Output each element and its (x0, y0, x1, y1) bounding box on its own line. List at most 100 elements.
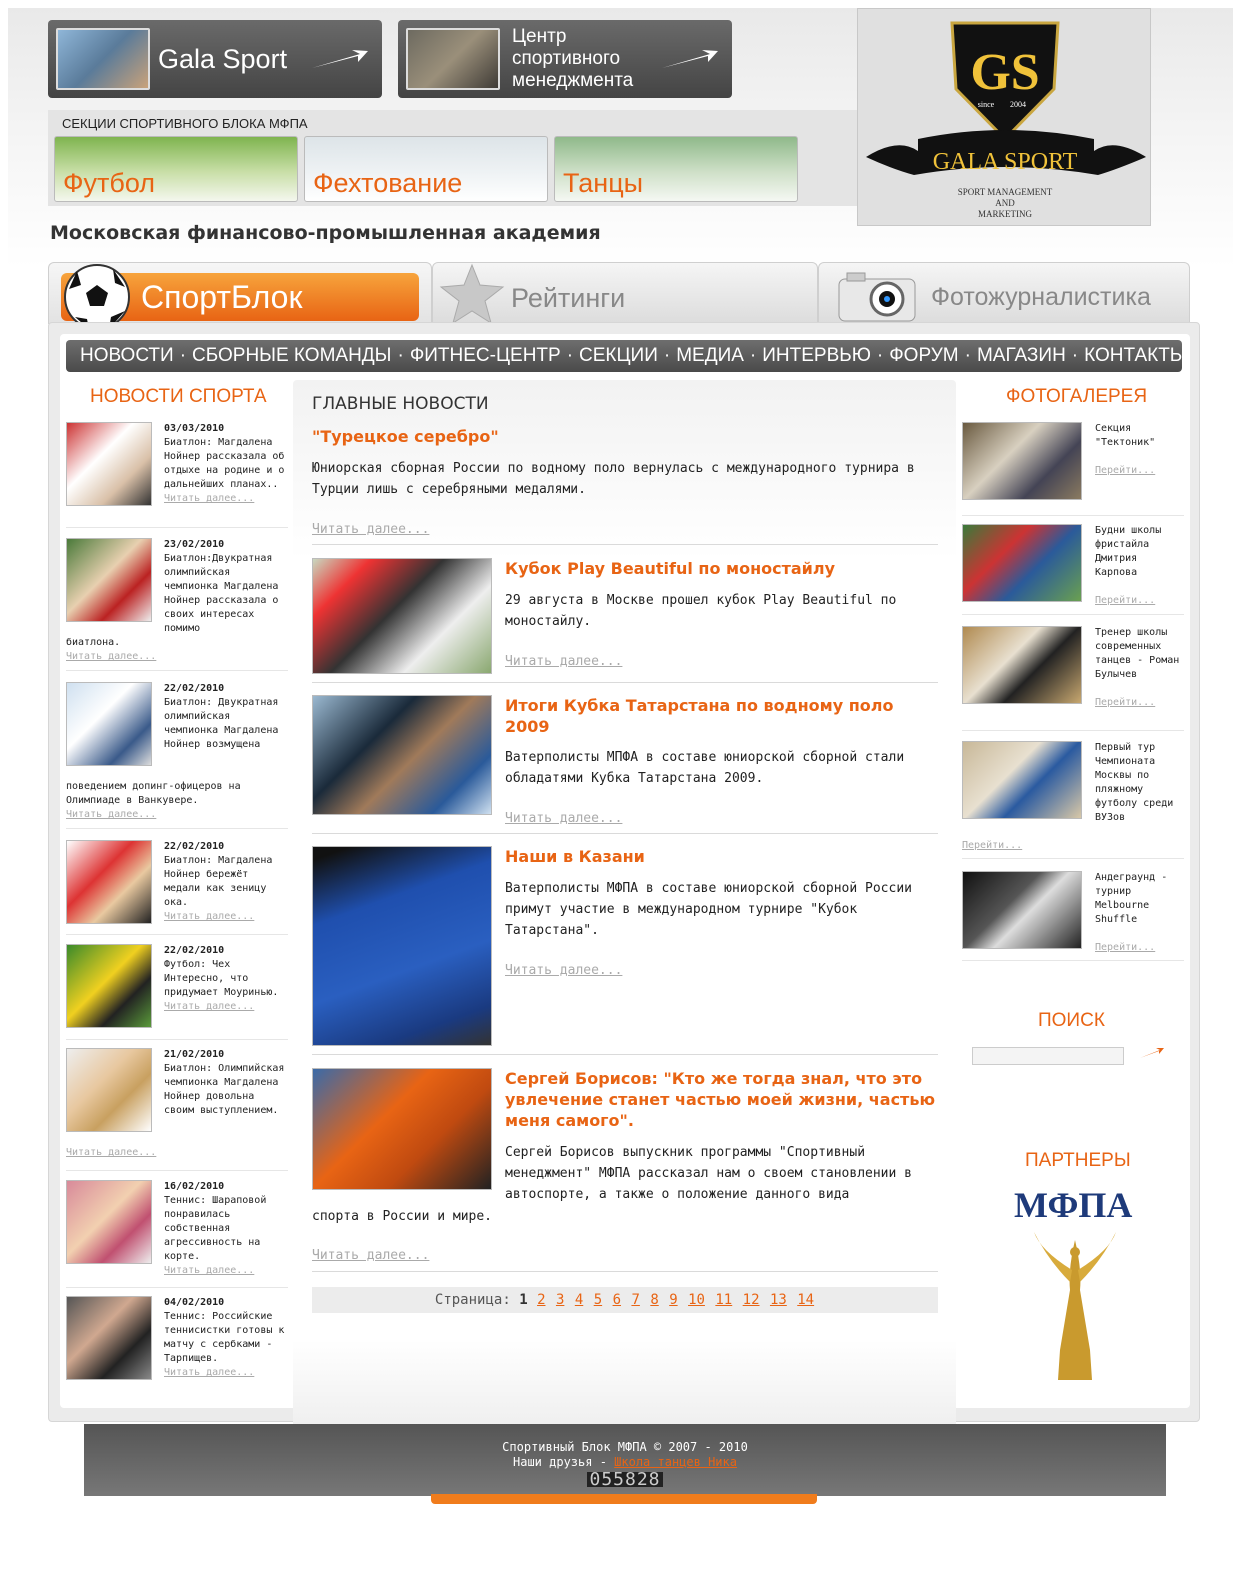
page-link[interactable]: 10 (688, 1292, 705, 1308)
page-link[interactable]: 6 (613, 1292, 621, 1308)
tab-photojournalism[interactable]: Фотожурналистика (818, 262, 1190, 324)
news-text: Теннис: Шараповой понравилась собственна… (164, 1195, 267, 1262)
gallery-item: Тренер школы современных танцев - Роман … (962, 626, 1184, 726)
go-link[interactable]: Перейти... (1095, 465, 1155, 476)
news-text: Ватерполисты МПФА в составе юниорской сб… (505, 750, 905, 786)
divider (66, 828, 288, 829)
gallery-caption: Секция "Тектоник" (1095, 423, 1156, 448)
gallery-thumb[interactable] (962, 422, 1082, 500)
read-more-link[interactable]: Читать далее... (66, 1147, 156, 1158)
news-headline[interactable]: Сергей Борисов: "Кто же тогда знал, что … (505, 1068, 935, 1131)
list-item: 22/02/2010 Биатлон: Магдалена Нойнер бер… (66, 840, 288, 930)
nav-fitness[interactable]: ФИТНЕС-ЦЕНТР (410, 345, 561, 367)
news-headline[interactable]: Итоги Кубка Татарстана по водному поло 2… (505, 695, 935, 737)
read-more-link[interactable]: Читать далее... (66, 809, 156, 820)
page-link[interactable]: 12 (743, 1292, 760, 1308)
tab-sportblok[interactable]: СпортБлок (48, 262, 432, 330)
nav-shop[interactable]: МАГАЗИН (977, 345, 1066, 367)
go-link[interactable]: Перейти... (1095, 595, 1155, 606)
read-more-link[interactable]: Читать далее... (312, 1248, 429, 1263)
page-link[interactable]: 3 (556, 1292, 564, 1308)
partner-logo-mfpa[interactable]: МФПА (1014, 1184, 1132, 1226)
gallery-thumb[interactable] (962, 524, 1082, 602)
friends-link[interactable]: Школа танцев Ника (614, 1455, 737, 1469)
gala-sport-logo[interactable]: GS since 2004 GALA SPORT SPORT MANAGEMEN… (857, 8, 1151, 226)
visit-counter: 055828 (587, 1469, 663, 1490)
news-thumb[interactable] (312, 846, 492, 1046)
news-date: 04/02/2010 (164, 1297, 225, 1308)
read-more-link[interactable]: Читать далее... (164, 493, 254, 504)
gallery-thumb[interactable] (962, 626, 1082, 704)
divider (66, 1039, 288, 1040)
page-link[interactable]: 7 (631, 1292, 639, 1308)
news-thumb[interactable] (66, 1296, 152, 1380)
management-photo (406, 28, 500, 90)
news-thumb[interactable] (312, 695, 492, 815)
pagination: Страница: 1 2 3 4 5 6 7 8 9 10 11 12 13 … (312, 1287, 938, 1313)
page-link[interactable]: 9 (669, 1292, 677, 1308)
nav-interview[interactable]: ИНТЕРВЬЮ (762, 345, 871, 367)
news-text: Биатлон: Магдалена Нойнер бережёт медали… (164, 855, 273, 908)
news-thumb[interactable] (66, 538, 152, 622)
read-more-link[interactable]: Читать далее... (312, 522, 429, 537)
read-more-link[interactable]: Читать далее... (164, 1367, 254, 1378)
nav-media[interactable]: МЕДИА (676, 345, 744, 367)
news-headline[interactable]: Наши в Казани (505, 846, 935, 867)
read-more-link[interactable]: Читать далее... (505, 811, 622, 826)
news-date: 22/02/2010 (164, 841, 225, 852)
news-date: 23/02/2010 (164, 539, 225, 550)
go-link[interactable]: Перейти... (1095, 697, 1155, 708)
page-link[interactable]: 2 (537, 1292, 545, 1308)
news-headline[interactable]: "Турецкое серебро" (312, 426, 932, 447)
search-submit-arrow-icon[interactable] (1138, 1046, 1164, 1060)
section-dance[interactable]: Танцы (554, 136, 798, 202)
gala-sport-photo (56, 28, 150, 90)
page-link[interactable]: 8 (650, 1292, 658, 1308)
nav-sections[interactable]: СЕКЦИИ (579, 345, 658, 367)
sport-management-center-button[interactable]: Центр спортивного менеджмента (398, 20, 732, 98)
news-thumb[interactable] (66, 682, 152, 766)
go-link[interactable]: Перейти... (962, 840, 1022, 851)
news-thumb[interactable] (66, 1048, 152, 1132)
news-headline[interactable]: Кубок Play Beautiful по моностайлу (505, 558, 935, 579)
nav-news[interactable]: НОВОСТИ (80, 345, 174, 367)
go-link[interactable]: Перейти... (1095, 942, 1155, 953)
read-more-link[interactable]: Читать далее... (505, 963, 622, 978)
tab-ratings[interactable]: Рейтинги (432, 262, 818, 325)
page-link[interactable]: 11 (715, 1292, 732, 1308)
section-fencing[interactable]: Фехтование (304, 136, 548, 202)
news-thumb[interactable] (66, 1180, 152, 1264)
page-link[interactable]: 14 (797, 1292, 814, 1308)
page-link[interactable]: 4 (575, 1292, 583, 1308)
nav-teams[interactable]: СБОРНЫЕ КОМАНДЫ (192, 345, 391, 367)
search-title: ПОИСК (1038, 1010, 1105, 1031)
news-thumb[interactable] (66, 840, 152, 924)
svg-text:since: since (978, 100, 995, 109)
read-more-link[interactable]: Читать далее... (164, 1001, 254, 1012)
news-thumb[interactable] (312, 558, 492, 674)
footer: Спортивный Блок МФПА © 2007 - 2010 Наши … (84, 1424, 1166, 1496)
read-more-link[interactable]: Читать далее... (505, 654, 622, 669)
news-thumb[interactable] (66, 422, 152, 506)
news-thumb[interactable] (66, 944, 152, 1028)
list-item: 04/02/2010 Теннис: Российские теннисистк… (66, 1296, 288, 1386)
divider (962, 614, 1184, 615)
gallery-thumb[interactable] (962, 871, 1082, 949)
footer-accent-bar (431, 1494, 817, 1504)
section-football[interactable]: Футбол (54, 136, 298, 202)
page-link[interactable]: 13 (770, 1292, 787, 1308)
nav-forum[interactable]: ФОРУМ (889, 345, 958, 367)
list-item: 23/02/2010 Биатлон:Двукратная олимпийска… (66, 538, 288, 664)
nav-contacts[interactable]: КОНТАКТЫ (1084, 345, 1187, 367)
news-text-tail: поведением допинг-офицеров на Олимпиаде … (66, 781, 241, 806)
gala-sport-button[interactable]: Gala Sport (48, 20, 382, 98)
friends-label: Наши друзья - (513, 1455, 607, 1469)
read-more-link[interactable]: Читать далее... (164, 911, 254, 922)
page-link[interactable]: 5 (594, 1292, 602, 1308)
news-thumb[interactable] (312, 1068, 492, 1190)
arrow-icon (312, 50, 368, 68)
read-more-link[interactable]: Читать далее... (66, 651, 156, 662)
read-more-link[interactable]: Читать далее... (164, 1265, 254, 1276)
gallery-thumb[interactable] (962, 741, 1082, 819)
search-input[interactable] (972, 1047, 1124, 1065)
